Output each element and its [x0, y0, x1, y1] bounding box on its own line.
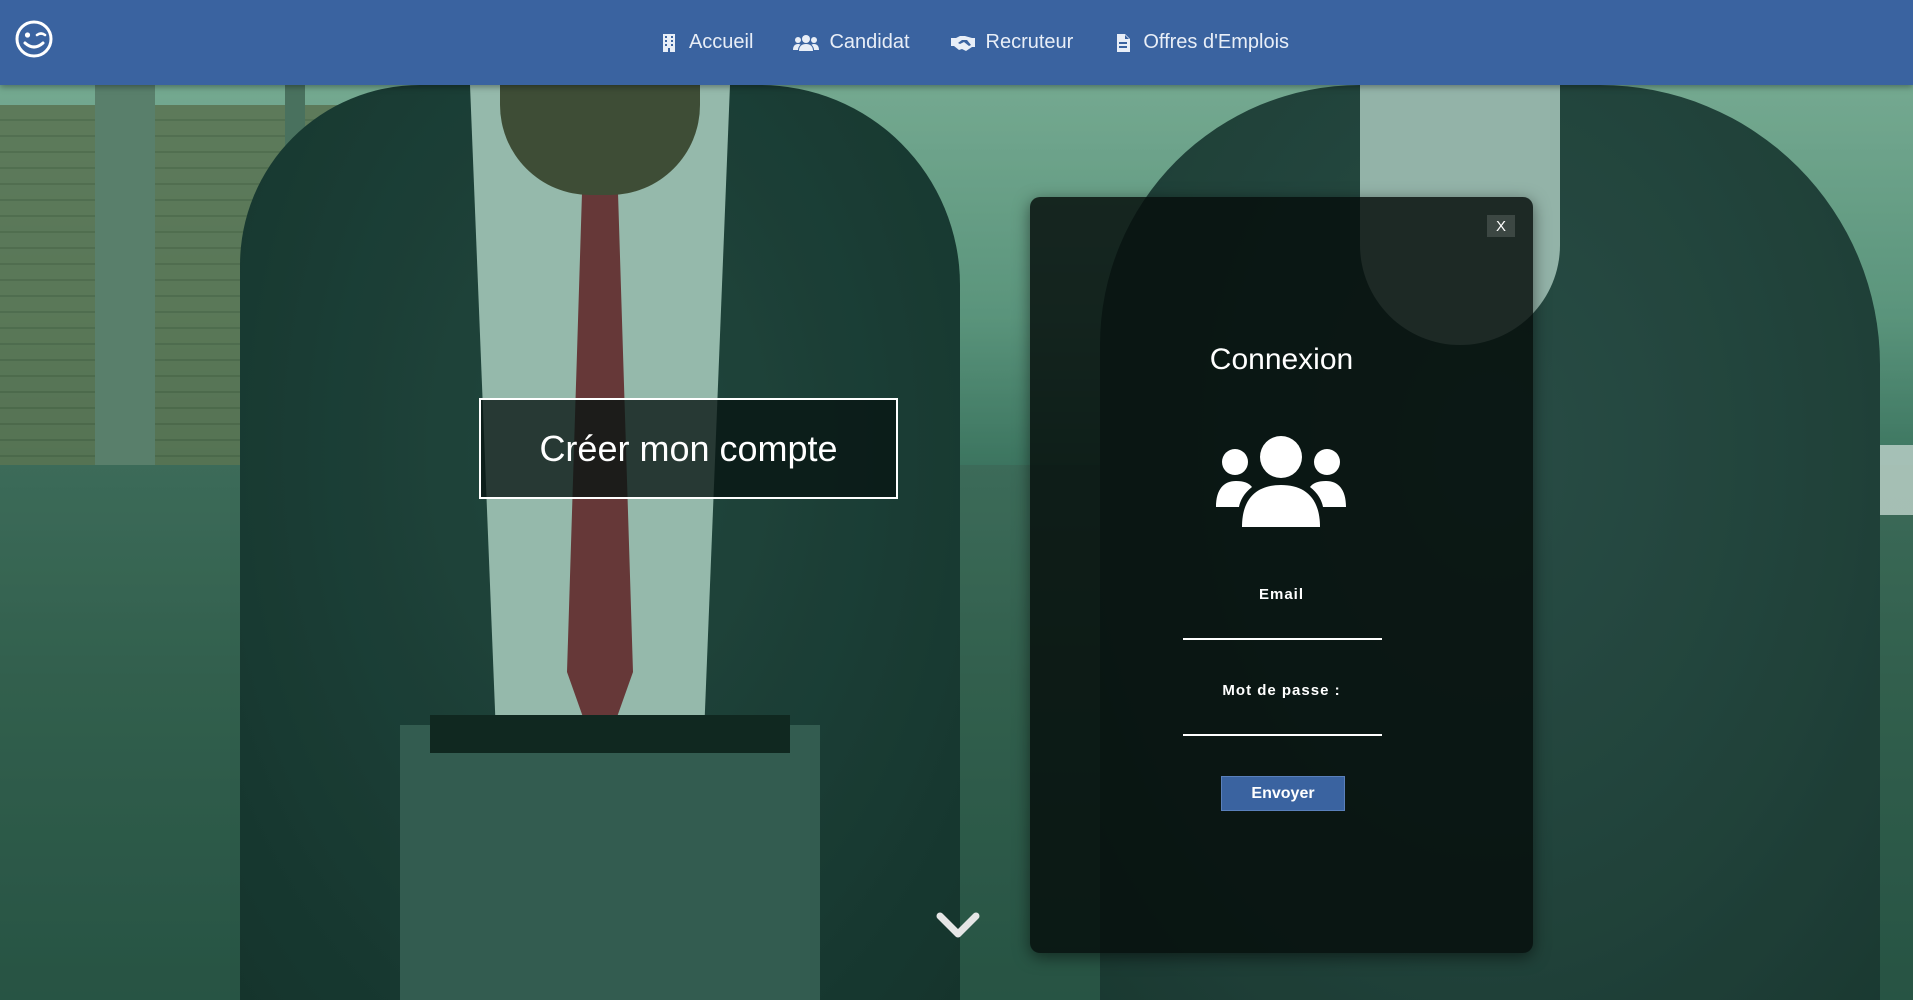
nav-item-candidat[interactable]: Candidat [793, 31, 910, 54]
users-icon [793, 34, 820, 51]
password-label: Mot de passe : [1222, 682, 1341, 699]
email-field[interactable] [1183, 608, 1382, 640]
nav-item-accueil[interactable]: Accueil [659, 31, 753, 54]
nav-label: Candidat [829, 31, 910, 53]
nav-item-recruteur[interactable]: Recruteur [950, 31, 1074, 54]
login-title: Connexion [1209, 343, 1354, 376]
nav-label: Offres d'Emplois [1143, 31, 1290, 53]
background-photo [0, 85, 1913, 1000]
nav-label: Recruteur [985, 31, 1074, 53]
top-navbar: Accueil Candidat Recruteur Offres d'Empl… [0, 0, 1913, 85]
login-panel: X Connexion Email Mot de passe : Envoyer [1030, 197, 1533, 953]
building-icon [662, 33, 675, 52]
nav-item-offres[interactable]: Offres d'Emplois [1113, 31, 1289, 54]
create-account-button[interactable]: Créer mon compte [479, 398, 898, 499]
close-button[interactable]: X [1487, 215, 1515, 237]
nav-label: Accueil [688, 31, 754, 53]
handshake-icon [950, 35, 975, 51]
password-field[interactable] [1183, 704, 1382, 736]
chevron-down-icon[interactable] [936, 910, 980, 942]
email-label: Email [1258, 586, 1305, 603]
document-icon [1117, 33, 1131, 52]
submit-button[interactable]: Envoyer [1221, 776, 1345, 811]
main-nav: Accueil Candidat Recruteur Offres d'Empl… [0, 0, 1913, 85]
users-icon [1216, 436, 1346, 527]
